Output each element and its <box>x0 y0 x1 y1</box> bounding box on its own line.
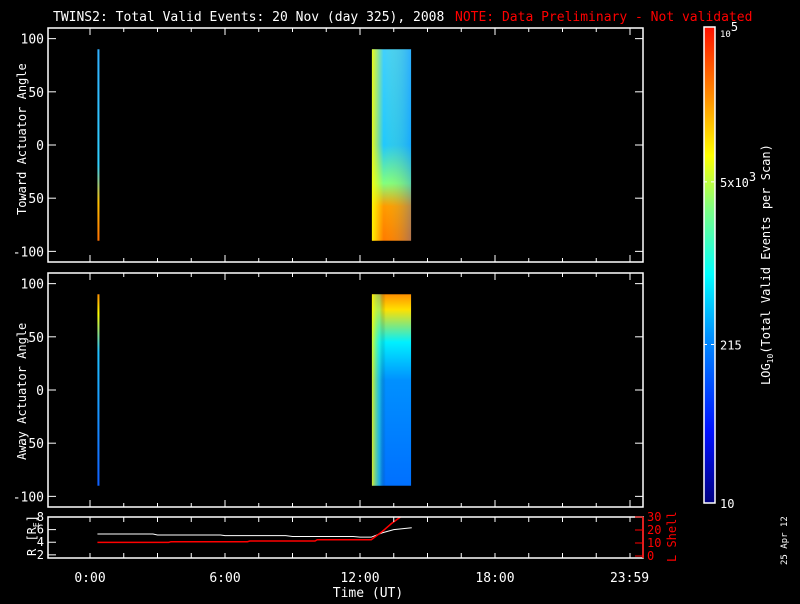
colorbar-tick-label: 10 <box>720 497 734 511</box>
y2-tick-label: 20 <box>647 523 661 537</box>
colorbar-tick-base: 10 <box>720 497 734 511</box>
colorbar-label: LOG10(Total Valid Events per Scan) <box>759 144 775 385</box>
y2-axis-label: L Shell <box>665 511 679 562</box>
x-tick-label: 6:00 <box>209 571 240 586</box>
colorbar-tick-label: 215 <box>720 338 742 352</box>
y-axis-label-text: R [R <box>25 526 39 556</box>
x-tick-label: 23:59 <box>610 571 649 586</box>
colorbar-tick-base: 5x10 <box>720 176 749 190</box>
colorbar-tick-label: 5x103 <box>720 170 756 190</box>
colorbar-tick-base: 215 <box>720 338 742 352</box>
colorbar: 1055x10321510 LOG10(Total Valid Events p… <box>703 20 775 511</box>
heatmap-interval-shading <box>371 49 412 241</box>
toward-panel: 100500-50-100Toward Actuator Angle <box>13 27 644 263</box>
y-tick-label: -100 <box>13 245 44 260</box>
axes-frame <box>47 516 644 559</box>
y-tick-label: -100 <box>13 490 44 505</box>
r-series-line <box>97 527 412 538</box>
date-stamp: 25 Apr 12 <box>780 516 790 565</box>
colorbar-gradient <box>703 26 716 504</box>
y-tick-label: 100 <box>21 278 44 293</box>
away-panel: 100500-50-100Away Actuator Angle <box>13 272 644 508</box>
preliminary-note: NOTE: Data Preliminary - Not validated <box>455 10 752 25</box>
orbit-panel: 864230201000:00 6:00 12:00 18:00 23:59Time (… <box>25 510 679 601</box>
colorbar-tick-exp: 3 <box>749 170 756 184</box>
y-tick-label: 50 <box>28 86 44 101</box>
y-tick-label: 100 <box>21 33 44 48</box>
plot-area <box>48 273 643 507</box>
y-axis-label: R [RE] <box>25 515 41 556</box>
plot-area <box>48 28 643 262</box>
x-axis-label: Time (UT) <box>333 586 403 600</box>
y2-tick-label: 30 <box>647 510 661 524</box>
y2-tick-label: 0 <box>647 549 654 563</box>
x-tick-label: 12:00 <box>340 571 379 586</box>
y-axis-label: Toward Actuator Angle <box>15 63 29 215</box>
y-axis-label: Away Actuator Angle <box>15 323 29 460</box>
plot-title: TWINS2: Total Valid Events: 20 Nov (day … <box>53 10 444 25</box>
x-tick-label: 0:00 <box>74 571 105 586</box>
y-tick-label: 0 <box>36 139 44 154</box>
y-tick-label: 50 <box>28 331 44 346</box>
heatmap-interval-shading <box>371 294 412 486</box>
heatmap-interval <box>97 49 100 241</box>
colorbar-tick-exp: 5 <box>731 20 738 34</box>
y2-tick-label: 10 <box>647 536 661 550</box>
y-tick-label: 0 <box>36 384 44 399</box>
heatmap-interval <box>97 294 100 486</box>
x-tick-label: 18:00 <box>475 571 514 586</box>
plot-canvas: TWINS2: Total Valid Events: 20 Nov (day … <box>13 10 790 601</box>
lshell-series-line <box>97 516 401 544</box>
colorbar-tick-base: 10 <box>720 30 731 40</box>
